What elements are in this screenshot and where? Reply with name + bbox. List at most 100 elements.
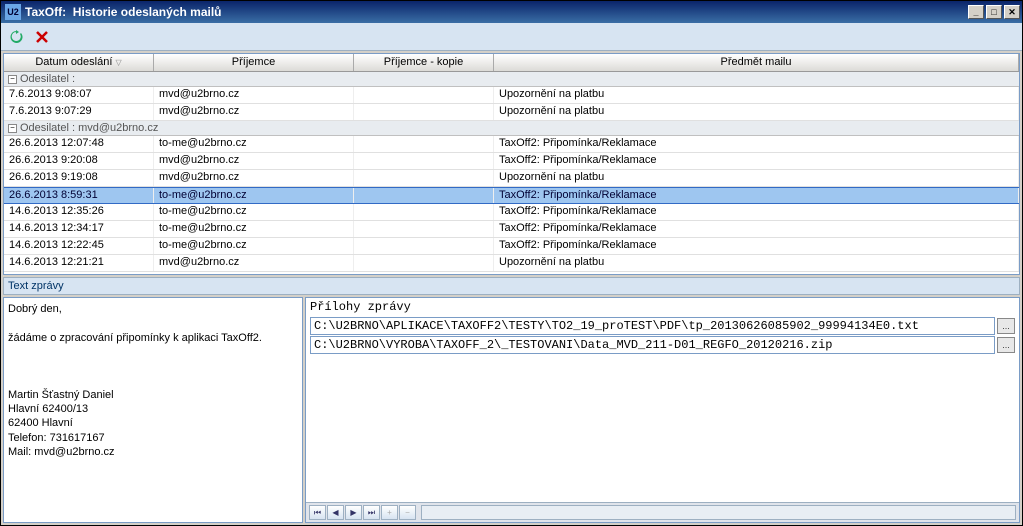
toolbar	[1, 23, 1022, 51]
cell-subject: TaxOff2: Připomínka/Reklamace	[494, 188, 1019, 203]
grid-header: Datum odeslání ▽ Příjemce Příjemce - kop…	[4, 54, 1019, 72]
cell-recipient-copy	[354, 104, 494, 120]
grid-body[interactable]: −Odesilatel :7.6.2013 9:08:07mvd@u2brno.…	[4, 72, 1019, 274]
attachment-browse-button[interactable]: …	[997, 318, 1015, 334]
cell-recipient-copy	[354, 238, 494, 254]
cell-recipient-copy	[354, 153, 494, 169]
cell-recipient: to-me@u2brno.cz	[154, 136, 354, 152]
group-label: Odesilatel :	[20, 73, 75, 85]
cell-subject: Upozornění na platbu	[494, 87, 1019, 103]
col-recipient-copy[interactable]: Příjemce - kopie	[354, 54, 494, 71]
cell-recipient: mvd@u2brno.cz	[154, 104, 354, 120]
table-row[interactable]: 26.6.2013 8:59:31to-me@u2brno.cz TaxOff2:…	[4, 187, 1019, 204]
message-body: žádáme o zpracování připomínky k aplikac…	[8, 331, 298, 345]
table-row[interactable]: 14.6.2013 12:34:17to-me@u2brno.cz TaxOff2…	[4, 221, 1019, 238]
refresh-button[interactable]	[4, 26, 28, 48]
attachment-row: …	[310, 336, 1015, 354]
delete-button[interactable]	[30, 26, 54, 48]
message-text-panel[interactable]: Dobrý den, žádáme o zpracování připomínk…	[3, 297, 303, 523]
nav-add-button[interactable]: +	[381, 505, 398, 520]
cell-date: 14.6.2013 12:22:45	[4, 238, 154, 254]
message-greeting: Dobrý den,	[8, 302, 298, 316]
cell-date: 14.6.2013 12:34:17	[4, 221, 154, 237]
col-subject[interactable]: Předmět mailu	[494, 54, 1019, 71]
cell-subject: TaxOff2: Připomínka/Reklamace	[494, 153, 1019, 169]
group-label: Odesilatel : mvd@u2brno.cz	[20, 122, 158, 134]
refresh-icon	[8, 29, 24, 45]
cell-date: 7.6.2013 9:08:07	[4, 87, 154, 103]
attachments-label: Přílohy zprávy	[306, 298, 1019, 316]
cell-date: 14.6.2013 12:21:21	[4, 255, 154, 271]
maximize-button[interactable]: □	[986, 5, 1002, 19]
cell-recipient-copy	[354, 221, 494, 237]
cell-recipient: mvd@u2brno.cz	[154, 153, 354, 169]
window-title: TaxOff: Historie odeslaných mailů	[25, 5, 966, 19]
table-row[interactable]: 7.6.2013 9:07:29mvd@u2brno.cz Upozornění …	[4, 104, 1019, 121]
signature-addr2: 62400 Hlavní	[8, 416, 298, 430]
cell-subject: TaxOff2: Připomínka/Reklamace	[494, 221, 1019, 237]
attachment-browse-button[interactable]: …	[997, 337, 1015, 353]
attachment-path-input[interactable]	[310, 317, 995, 335]
group-header[interactable]: −Odesilatel :	[4, 72, 1019, 87]
collapse-icon[interactable]: −	[8, 75, 17, 84]
window-titlebar: U2 TaxOff: Historie odeslaných mailů _ □…	[1, 1, 1022, 23]
cell-subject: TaxOff2: Připomínka/Reklamace	[494, 136, 1019, 152]
cell-recipient-copy	[354, 170, 494, 186]
col-date[interactable]: Datum odeslání ▽	[4, 54, 154, 71]
cell-date: 26.6.2013 12:07:48	[4, 136, 154, 152]
signature-phone: Telefon: 731617167	[8, 431, 298, 445]
cell-date: 26.6.2013 9:19:08	[4, 170, 154, 186]
attachments-panel: Přílohy zprávy … … ⏮ ◀ ▶ ⏭ + −	[305, 297, 1020, 523]
cell-recipient: mvd@u2brno.cz	[154, 255, 354, 271]
mail-grid: Datum odeslání ▽ Příjemce Příjemce - kop…	[3, 53, 1020, 275]
cell-date: 7.6.2013 9:07:29	[4, 104, 154, 120]
cell-date: 14.6.2013 12:35:26	[4, 204, 154, 220]
table-row[interactable]: 26.6.2013 9:19:08mvd@u2brno.cz Upozornění…	[4, 170, 1019, 187]
col-recipient[interactable]: Příjemce	[154, 54, 354, 71]
table-row[interactable]: 7.6.2013 9:08:07mvd@u2brno.cz Upozornění …	[4, 87, 1019, 104]
cell-recipient-copy	[354, 204, 494, 220]
nav-scrollbar[interactable]	[421, 505, 1016, 520]
record-navigator: ⏮ ◀ ▶ ⏭ + −	[306, 502, 1019, 522]
cell-recipient: mvd@u2brno.cz	[154, 170, 354, 186]
message-section-header: Text zprávy	[3, 277, 1020, 295]
cell-subject: TaxOff2: Připomínka/Reklamace	[494, 238, 1019, 254]
nav-remove-button[interactable]: −	[399, 505, 416, 520]
nav-first-button[interactable]: ⏮	[309, 505, 326, 520]
cell-recipient-copy	[354, 188, 494, 203]
table-row[interactable]: 14.6.2013 12:22:45to-me@u2brno.cz TaxOff2…	[4, 238, 1019, 255]
cell-recipient: mvd@u2brno.cz	[154, 87, 354, 103]
attachment-row: …	[310, 317, 1015, 335]
cell-date: 26.6.2013 8:59:31	[4, 188, 154, 203]
cell-subject: TaxOff2: Připomínka/Reklamace	[494, 204, 1019, 220]
table-row[interactable]: 14.6.2013 12:35:26to-me@u2brno.cz TaxOff2…	[4, 204, 1019, 221]
group-header[interactable]: −Odesilatel : mvd@u2brno.cz	[4, 121, 1019, 136]
app-icon: U2	[5, 4, 21, 20]
cell-recipient-copy	[354, 87, 494, 103]
cell-recipient: to-me@u2brno.cz	[154, 238, 354, 254]
cell-subject: Upozornění na platbu	[494, 104, 1019, 120]
cell-recipient-copy	[354, 255, 494, 271]
sort-indicator-icon: ▽	[115, 58, 121, 67]
nav-next-button[interactable]: ▶	[345, 505, 362, 520]
collapse-icon[interactable]: −	[8, 124, 17, 133]
cell-recipient: to-me@u2brno.cz	[154, 188, 354, 203]
signature-mail: Mail: mvd@u2brno.cz	[8, 445, 298, 459]
signature-addr1: Hlavní 62400/13	[8, 402, 298, 416]
table-row[interactable]: 26.6.2013 9:20:08mvd@u2brno.cz TaxOff2: P…	[4, 153, 1019, 170]
table-row[interactable]: 26.6.2013 12:07:48to-me@u2brno.cz TaxOff2…	[4, 136, 1019, 153]
close-button[interactable]: ✕	[1004, 5, 1020, 19]
signature-name: Martin Šťastný Daniel	[8, 388, 298, 402]
delete-x-icon	[34, 29, 50, 45]
minimize-button[interactable]: _	[968, 5, 984, 19]
cell-date: 26.6.2013 9:20:08	[4, 153, 154, 169]
table-row[interactable]: 14.6.2013 12:21:21mvd@u2brno.cz Upozorněn…	[4, 255, 1019, 272]
cell-subject: Upozornění na platbu	[494, 255, 1019, 271]
attachment-path-input[interactable]	[310, 336, 995, 354]
cell-recipient: to-me@u2brno.cz	[154, 221, 354, 237]
nav-prev-button[interactable]: ◀	[327, 505, 344, 520]
cell-subject: Upozornění na platbu	[494, 170, 1019, 186]
nav-last-button[interactable]: ⏭	[363, 505, 380, 520]
cell-recipient-copy	[354, 136, 494, 152]
cell-recipient: to-me@u2brno.cz	[154, 204, 354, 220]
